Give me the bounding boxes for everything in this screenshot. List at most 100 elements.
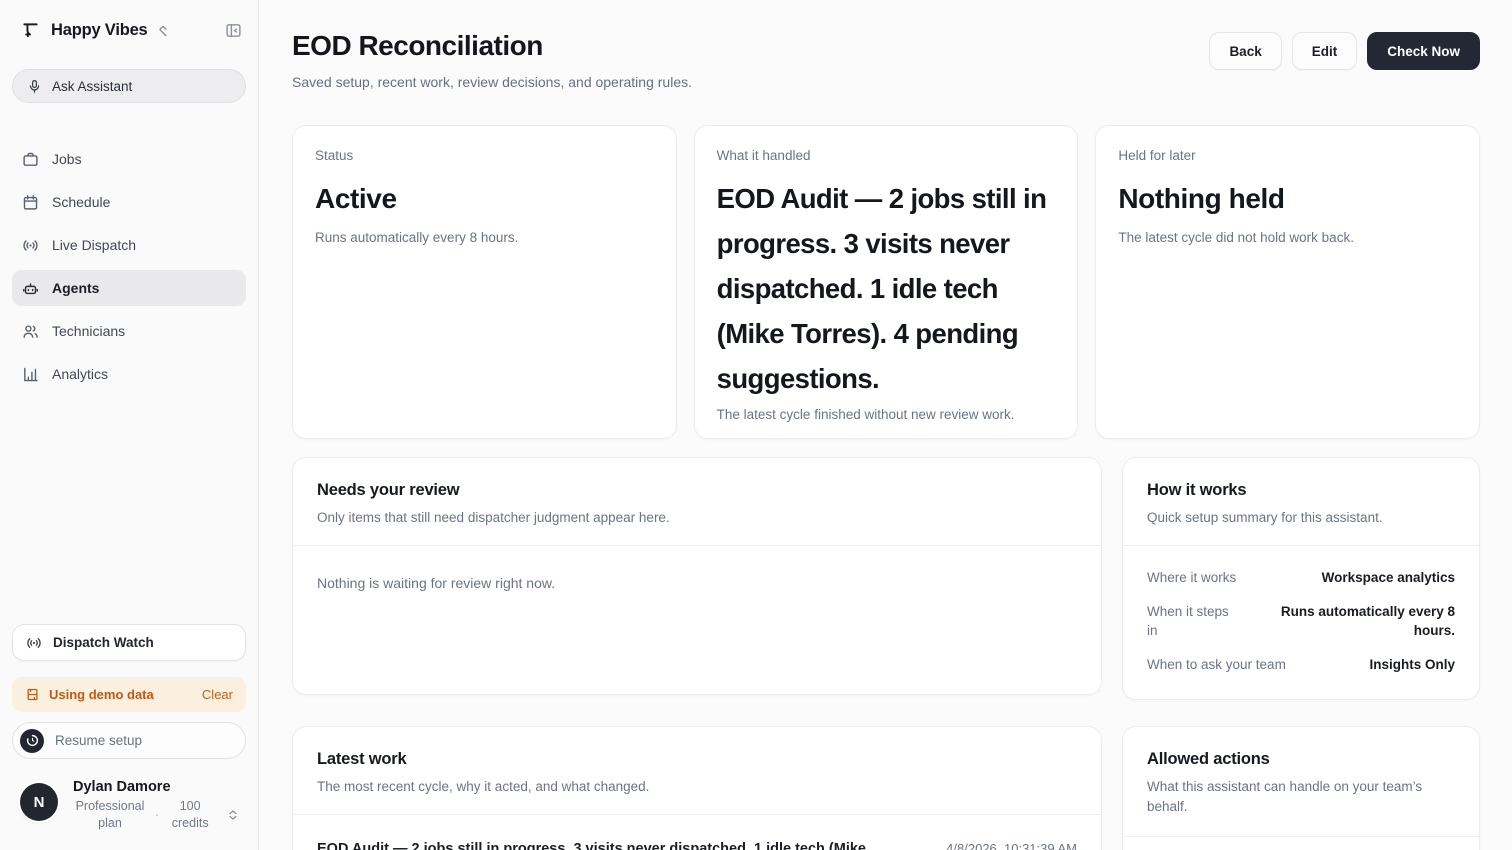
stat-desc: The latest cycle finished without new re… bbox=[717, 407, 1056, 422]
header-actions: Back Edit Check Now bbox=[1209, 32, 1480, 70]
setting-label: When it steps in bbox=[1147, 602, 1237, 641]
work-entry-timestamp: 4/8/2026, 10:31:39 AM bbox=[946, 839, 1077, 850]
needs-review-empty-state: Nothing is waiting for review right now. bbox=[293, 546, 1101, 694]
sidebar-item-label: Jobs bbox=[52, 151, 82, 167]
sidebar-item-schedule[interactable]: Schedule bbox=[12, 184, 246, 220]
demo-data-label: Using demo data bbox=[49, 687, 154, 702]
ask-assistant-button[interactable]: Ask Assistant bbox=[12, 69, 246, 103]
radio-icon bbox=[26, 635, 42, 651]
section-subtitle: What this assistant can handle on your t… bbox=[1147, 777, 1455, 818]
users-icon bbox=[22, 323, 39, 340]
latest-work-card: Latest work The most recent cycle, why i… bbox=[292, 726, 1102, 850]
sidebar-item-jobs[interactable]: Jobs bbox=[12, 141, 246, 177]
sidebar-item-label: Technicians bbox=[52, 323, 125, 339]
resume-setup-label: Resume setup bbox=[55, 733, 142, 748]
back-button[interactable]: Back bbox=[1209, 32, 1281, 70]
chevrons-up-down-icon[interactable] bbox=[226, 808, 240, 822]
calendar-icon bbox=[22, 194, 39, 211]
stats-row: Status Active Runs automatically every 8… bbox=[292, 125, 1480, 439]
stat-label: What it handled bbox=[717, 148, 1056, 163]
separator-dot: · bbox=[155, 807, 159, 824]
allowed-actions-header: Allowed actions What this assistant can … bbox=[1123, 727, 1479, 838]
setting-label: Where it works bbox=[1147, 568, 1236, 588]
stat-desc: The latest cycle did not hold work back. bbox=[1118, 230, 1457, 245]
dispatch-watch-button[interactable]: Dispatch Watch bbox=[12, 624, 246, 661]
sidebar: Happy Vibes Ask Assistant bbox=[0, 0, 259, 850]
page-title: EOD Reconciliation bbox=[292, 30, 692, 62]
status-card: Status Active Runs automatically every 8… bbox=[292, 125, 677, 439]
setting-row: When to ask your team Insights Only bbox=[1147, 655, 1455, 675]
sidebar-item-agents[interactable]: Agents bbox=[12, 270, 246, 306]
page-header: EOD Reconciliation Saved setup, recent w… bbox=[292, 30, 1480, 90]
sidebar-item-label: Live Dispatch bbox=[52, 237, 136, 253]
stat-label: Held for later bbox=[1118, 148, 1457, 163]
check-now-button[interactable]: Check Now bbox=[1367, 32, 1480, 70]
stat-value: Nothing held bbox=[1118, 176, 1457, 221]
stat-label: Status bbox=[315, 148, 654, 163]
section-subtitle: Quick setup summary for this assistant. bbox=[1147, 508, 1455, 528]
stat-desc: Runs automatically every 8 hours. bbox=[315, 230, 654, 245]
resume-setup-button[interactable]: Resume setup bbox=[12, 722, 246, 759]
demo-box-icon bbox=[25, 687, 40, 702]
app-logo-icon bbox=[20, 20, 41, 41]
sidebar-item-analytics[interactable]: Analytics bbox=[12, 356, 246, 392]
stat-value: Active bbox=[315, 176, 654, 221]
section-title: Needs your review bbox=[317, 481, 1077, 500]
how-it-works-header: How it works Quick setup summary for thi… bbox=[1123, 458, 1479, 546]
avatar: N bbox=[20, 783, 58, 821]
stat-value: EOD Audit — 2 jobs still in progress. 3 … bbox=[717, 176, 1056, 401]
setting-label: When to ask your team bbox=[1147, 655, 1286, 675]
section-title: How it works bbox=[1147, 481, 1455, 500]
section-subtitle: The most recent cycle, why it acted, and… bbox=[317, 777, 1077, 797]
user-info: Dylan Damore Professional plan · 100 cre… bbox=[73, 779, 240, 832]
section-title: Allowed actions bbox=[1147, 750, 1455, 769]
user-meta: Professional plan · 100 credits bbox=[73, 798, 240, 832]
main-content: EOD Reconciliation Saved setup, recent w… bbox=[259, 0, 1512, 850]
progress-loader-icon bbox=[20, 729, 44, 753]
section-subtitle: Only items that still need dispatcher ju… bbox=[317, 508, 1077, 528]
setting-row: Where it works Workspace analytics bbox=[1147, 568, 1455, 588]
user-menu[interactable]: N Dylan Damore Professional plan · 100 c… bbox=[12, 779, 246, 832]
dispatch-watch-label: Dispatch Watch bbox=[53, 635, 154, 650]
edit-button[interactable]: Edit bbox=[1292, 32, 1358, 70]
work-entry-row: EOD Audit — 2 jobs still in progress. 3 … bbox=[317, 839, 1077, 850]
latest-work-header: Latest work The most recent cycle, why i… bbox=[293, 727, 1101, 815]
user-plan: Professional plan bbox=[73, 798, 147, 832]
allowed-actions-card: Allowed actions What this assistant can … bbox=[1122, 726, 1480, 850]
sidebar-item-technicians[interactable]: Technicians bbox=[12, 313, 246, 349]
how-it-works-body: Where it works Workspace analytics When … bbox=[1123, 546, 1479, 698]
clear-demo-data-button[interactable]: Clear bbox=[202, 687, 233, 702]
workspace-name: Happy Vibes bbox=[51, 21, 148, 40]
sidebar-item-label: Agents bbox=[52, 280, 99, 296]
allowed-actions-body: analytics read On bbox=[1123, 837, 1479, 850]
chevrons-up-down-icon[interactable] bbox=[156, 24, 170, 38]
middle-row: Needs your review Only items that still … bbox=[292, 457, 1480, 700]
bottom-row: Latest work The most recent cycle, why i… bbox=[292, 726, 1480, 850]
needs-review-header: Needs your review Only items that still … bbox=[293, 458, 1101, 546]
what-it-handled-card: What it handled EOD Audit — 2 jobs still… bbox=[694, 125, 1079, 439]
sidebar-nav: Jobs Schedule Live Dispatch bbox=[12, 141, 246, 392]
work-entry-text: EOD Audit — 2 jobs still in progress. 3 … bbox=[317, 839, 918, 850]
sidebar-item-label: Analytics bbox=[52, 366, 108, 382]
user-name: Dylan Damore bbox=[73, 779, 240, 795]
setting-value: Workspace analytics bbox=[1322, 568, 1455, 588]
user-credits: 100 credits bbox=[167, 798, 213, 832]
radio-icon bbox=[22, 237, 39, 254]
demo-data-banner: Using demo data Clear bbox=[12, 677, 246, 712]
needs-review-card: Needs your review Only items that still … bbox=[292, 457, 1102, 695]
workspace-switcher[interactable]: Happy Vibes bbox=[12, 20, 246, 41]
setting-value: Runs automatically every 8 hours. bbox=[1255, 602, 1455, 641]
page-subtitle: Saved setup, recent work, review decisio… bbox=[292, 74, 692, 90]
held-for-later-card: Held for later Nothing held The latest c… bbox=[1095, 125, 1480, 439]
sidebar-item-live-dispatch[interactable]: Live Dispatch bbox=[12, 227, 246, 263]
microphone-icon bbox=[27, 79, 42, 94]
briefcase-icon bbox=[22, 151, 39, 168]
how-it-works-card: How it works Quick setup summary for thi… bbox=[1122, 457, 1480, 700]
ask-assistant-label: Ask Assistant bbox=[52, 79, 132, 94]
section-title: Latest work bbox=[317, 750, 1077, 769]
bot-icon bbox=[22, 280, 39, 297]
collapse-sidebar-icon[interactable] bbox=[225, 22, 242, 39]
latest-work-body: EOD Audit — 2 jobs still in progress. 3 … bbox=[293, 815, 1101, 850]
setting-value: Insights Only bbox=[1369, 655, 1455, 675]
sidebar-item-label: Schedule bbox=[52, 194, 110, 210]
